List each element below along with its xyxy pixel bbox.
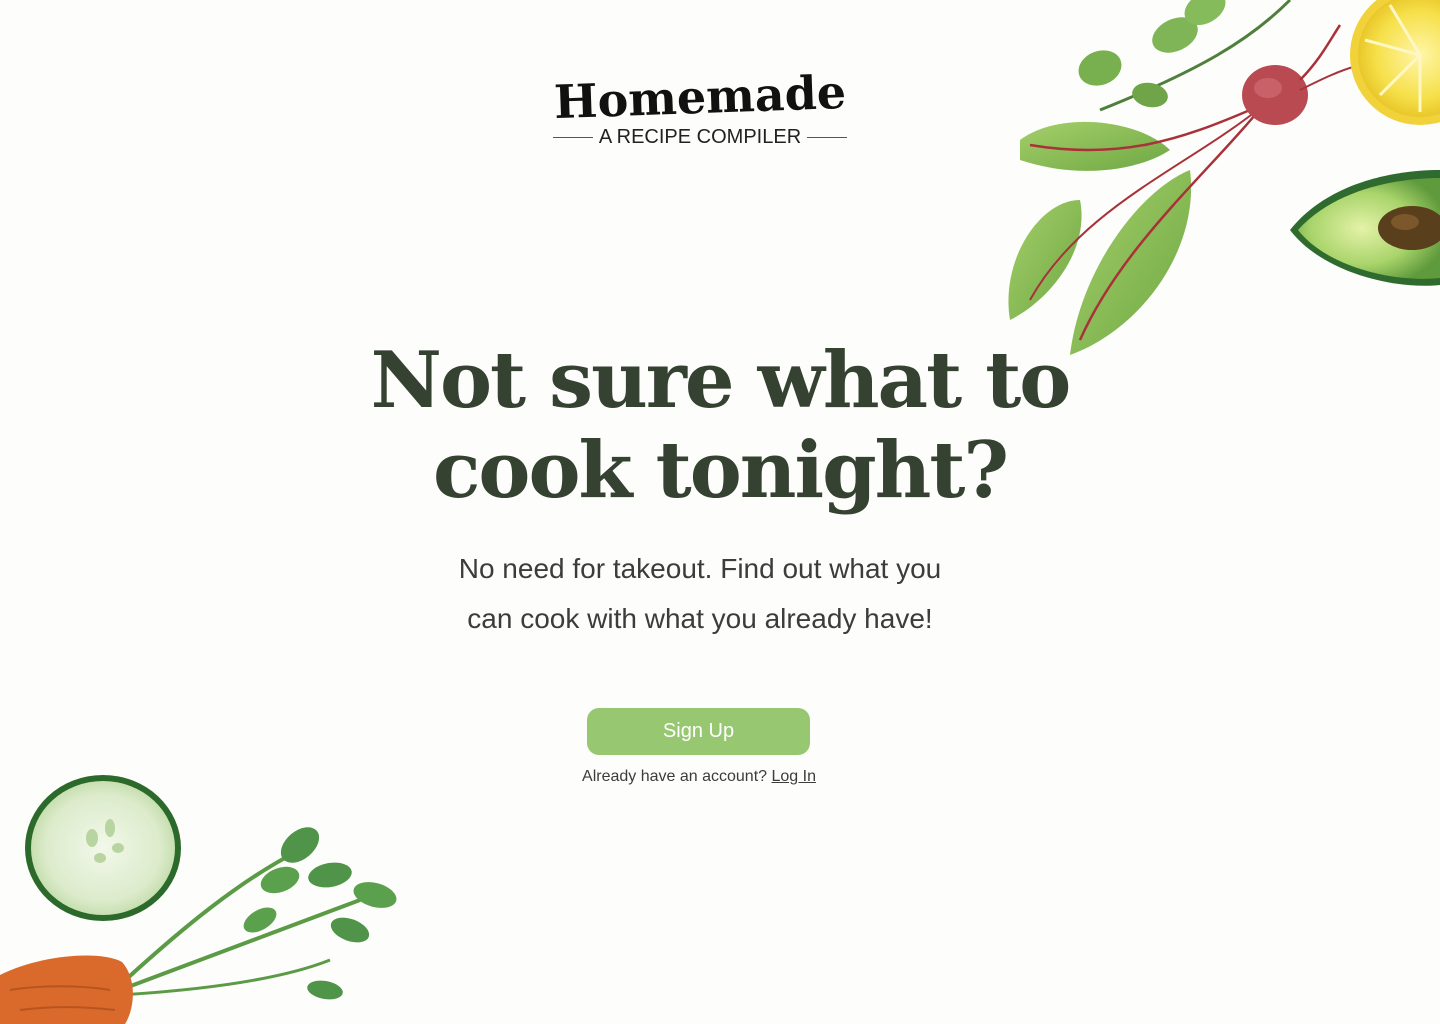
beet-leaves-icon (1008, 108, 1256, 355)
log-in-link[interactable]: Log In (771, 768, 815, 785)
lemon-slice-icon (1350, 0, 1440, 125)
landing-page: Homemade A RECIPE COMPILER Not sure what… (0, 0, 1440, 1024)
hero-title-line-2: cook tonight? (432, 425, 1009, 516)
logo-tagline: A RECIPE COMPILER (520, 126, 880, 149)
hero-subtitle-line-1: No need for takeout. Find out what you (458, 553, 942, 584)
beet-icon (1242, 24, 1361, 125)
login-prompt-text: Already have an account? (582, 768, 768, 785)
logo-tagline-text: A RECIPE COMPILER (598, 126, 802, 148)
login-prompt: Already have an account? Log In (500, 768, 898, 786)
carrot-icon (0, 955, 133, 1024)
tagline-divider-left (552, 137, 593, 138)
hero-subtitle-line-2: can cook with what you already have! (467, 603, 933, 634)
logo[interactable]: Homemade A RECIPE COMPILER (520, 65, 880, 149)
tagline-divider-right (807, 137, 848, 138)
avocado-icon (1290, 170, 1440, 286)
hero-title-line-1: Not sure what to (370, 335, 1072, 426)
sign-up-button[interactable]: Sign Up (587, 708, 810, 755)
logo-wordmark: Homemade (553, 64, 847, 130)
hero-subtitle: No need for takeout. Find out what you c… (420, 544, 980, 644)
cucumber-slice-icon (25, 775, 181, 921)
hero-title: Not sure what to cook tonight? (300, 336, 1140, 516)
